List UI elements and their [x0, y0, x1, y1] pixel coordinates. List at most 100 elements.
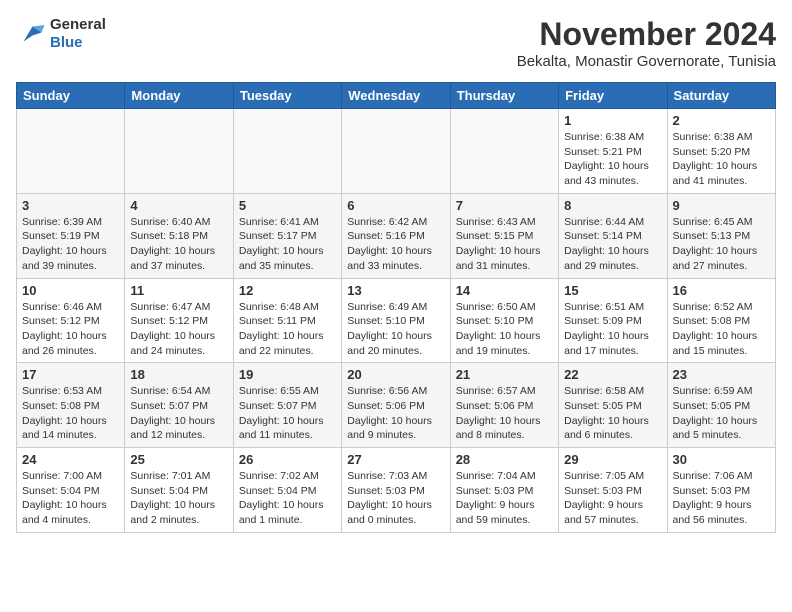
- calendar-cell: 6 Sunrise: 6:42 AM Sunset: 5:16 PM Daylig…: [342, 193, 450, 278]
- calendar-cell: 26 Sunrise: 7:02 AM Sunset: 5:04 PM Dayli…: [233, 448, 341, 533]
- calendar-cell: 25 Sunrise: 7:01 AM Sunset: 5:04 PM Dayli…: [125, 448, 233, 533]
- day-number: 30: [673, 452, 770, 467]
- calendar-cell: 28 Sunrise: 7:04 AM Sunset: 5:03 PM Dayli…: [450, 448, 558, 533]
- calendar-cell: 2Sunrise: 6:38 AM Sunset: 5:20 PM Daylig…: [667, 109, 775, 194]
- weekday-header-tuesday: Tuesday: [233, 83, 341, 109]
- day-info: Sunrise: 6:54 AM Sunset: 5:07 PM Dayligh…: [130, 384, 227, 443]
- calendar-cell: [450, 109, 558, 194]
- day-number: 23: [673, 367, 770, 382]
- calendar-table: SundayMondayTuesdayWednesdayThursdayFrid…: [16, 82, 776, 533]
- day-number: 14: [456, 283, 553, 298]
- calendar-week-row: 10 Sunrise: 6:46 AM Sunset: 5:12 PM Dayli…: [17, 278, 776, 363]
- day-info: Sunrise: 6:44 AM Sunset: 5:14 PM Dayligh…: [564, 215, 661, 274]
- day-number: 15: [564, 283, 661, 298]
- day-info: Sunrise: 6:47 AM Sunset: 5:12 PM Dayligh…: [130, 300, 227, 359]
- day-number: 22: [564, 367, 661, 382]
- day-number: 21: [456, 367, 553, 382]
- day-info: Sunrise: 7:00 AM Sunset: 5:04 PM Dayligh…: [22, 469, 119, 528]
- day-number: 12: [239, 283, 336, 298]
- weekday-header-sunday: Sunday: [17, 83, 125, 109]
- day-info: Sunrise: 6:40 AM Sunset: 5:18 PM Dayligh…: [130, 215, 227, 274]
- calendar-cell: 20 Sunrise: 6:56 AM Sunset: 5:06 PM Dayli…: [342, 363, 450, 448]
- day-number: 3: [22, 198, 119, 213]
- day-number: 25: [130, 452, 227, 467]
- day-number: 9: [673, 198, 770, 213]
- calendar-cell: 21 Sunrise: 6:57 AM Sunset: 5:06 PM Dayli…: [450, 363, 558, 448]
- calendar-cell: 4 Sunrise: 6:40 AM Sunset: 5:18 PM Daylig…: [125, 193, 233, 278]
- weekday-header-row: SundayMondayTuesdayWednesdayThursdayFrid…: [17, 83, 776, 109]
- day-number: 17: [22, 367, 119, 382]
- calendar-cell: 29 Sunrise: 7:05 AM Sunset: 5:03 PM Dayli…: [559, 448, 667, 533]
- calendar-cell: [17, 109, 125, 194]
- day-info: Sunrise: 7:03 AM Sunset: 5:03 PM Dayligh…: [347, 469, 444, 528]
- day-info: Sunrise: 6:42 AM Sunset: 5:16 PM Dayligh…: [347, 215, 444, 274]
- day-number: 11: [130, 283, 227, 298]
- calendar-cell: 8 Sunrise: 6:44 AM Sunset: 5:14 PM Daylig…: [559, 193, 667, 278]
- day-number: 18: [130, 367, 227, 382]
- day-number: 2: [673, 113, 770, 128]
- day-info: Sunrise: 6:48 AM Sunset: 5:11 PM Dayligh…: [239, 300, 336, 359]
- day-info: Sunrise: 7:04 AM Sunset: 5:03 PM Dayligh…: [456, 469, 553, 528]
- day-number: 26: [239, 452, 336, 467]
- day-number: 29: [564, 452, 661, 467]
- day-info: Sunrise: 6:56 AM Sunset: 5:06 PM Dayligh…: [347, 384, 444, 443]
- day-info: Sunrise: 6:59 AM Sunset: 5:05 PM Dayligh…: [673, 384, 770, 443]
- calendar-cell: 16 Sunrise: 6:52 AM Sunset: 5:08 PM Dayli…: [667, 278, 775, 363]
- calendar-cell: [233, 109, 341, 194]
- calendar-cell: 23 Sunrise: 6:59 AM Sunset: 5:05 PM Dayli…: [667, 363, 775, 448]
- day-info: Sunrise: 6:39 AM Sunset: 5:19 PM Dayligh…: [22, 215, 119, 274]
- calendar-week-row: 24Sunrise: 7:00 AM Sunset: 5:04 PM Dayli…: [17, 448, 776, 533]
- day-number: 20: [347, 367, 444, 382]
- day-info: Sunrise: 6:41 AM Sunset: 5:17 PM Dayligh…: [239, 215, 336, 274]
- calendar-cell: 5 Sunrise: 6:41 AM Sunset: 5:17 PM Daylig…: [233, 193, 341, 278]
- day-info: Sunrise: 6:49 AM Sunset: 5:10 PM Dayligh…: [347, 300, 444, 359]
- calendar-cell: 19 Sunrise: 6:55 AM Sunset: 5:07 PM Dayli…: [233, 363, 341, 448]
- day-info: Sunrise: 6:52 AM Sunset: 5:08 PM Dayligh…: [673, 300, 770, 359]
- calendar-week-row: 17 Sunrise: 6:53 AM Sunset: 5:08 PM Dayli…: [17, 363, 776, 448]
- calendar-cell: 30 Sunrise: 7:06 AM Sunset: 5:03 PM Dayli…: [667, 448, 775, 533]
- day-info: Sunrise: 6:57 AM Sunset: 5:06 PM Dayligh…: [456, 384, 553, 443]
- day-info: Sunrise: 6:55 AM Sunset: 5:07 PM Dayligh…: [239, 384, 336, 443]
- day-number: 19: [239, 367, 336, 382]
- day-number: 13: [347, 283, 444, 298]
- day-number: 7: [456, 198, 553, 213]
- day-number: 10: [22, 283, 119, 298]
- weekday-header-saturday: Saturday: [667, 83, 775, 109]
- day-info: Sunrise: 7:05 AM Sunset: 5:03 PM Dayligh…: [564, 469, 661, 528]
- day-number: 8: [564, 198, 661, 213]
- calendar-cell: [342, 109, 450, 194]
- calendar-cell: 22 Sunrise: 6:58 AM Sunset: 5:05 PM Dayli…: [559, 363, 667, 448]
- calendar-cell: [125, 109, 233, 194]
- day-info: Sunrise: 7:02 AM Sunset: 5:04 PM Dayligh…: [239, 469, 336, 528]
- day-info: Sunrise: 6:38 AM Sunset: 5:21 PM Dayligh…: [564, 130, 661, 189]
- day-number: 16: [673, 283, 770, 298]
- day-number: 27: [347, 452, 444, 467]
- calendar-cell: 7Sunrise: 6:43 AM Sunset: 5:15 PM Daylig…: [450, 193, 558, 278]
- calendar-cell: 3 Sunrise: 6:39 AM Sunset: 5:19 PM Daylig…: [17, 193, 125, 278]
- location-subtitle: Bekalta, Monastir Governorate, Tunisia: [517, 53, 776, 70]
- calendar-cell: 12 Sunrise: 6:48 AM Sunset: 5:11 PM Dayli…: [233, 278, 341, 363]
- calendar-week-row: 1Sunrise: 6:38 AM Sunset: 5:21 PM Daylig…: [17, 109, 776, 194]
- calendar-cell: 27 Sunrise: 7:03 AM Sunset: 5:03 PM Dayli…: [342, 448, 450, 533]
- day-info: Sunrise: 6:51 AM Sunset: 5:09 PM Dayligh…: [564, 300, 661, 359]
- day-number: 28: [456, 452, 553, 467]
- day-info: Sunrise: 6:58 AM Sunset: 5:05 PM Dayligh…: [564, 384, 661, 443]
- month-title: November 2024: [517, 16, 776, 53]
- calendar-cell: 10 Sunrise: 6:46 AM Sunset: 5:12 PM Dayli…: [17, 278, 125, 363]
- day-info: Sunrise: 6:50 AM Sunset: 5:10 PM Dayligh…: [456, 300, 553, 359]
- logo: General Blue: [16, 16, 106, 52]
- calendar-cell: 17 Sunrise: 6:53 AM Sunset: 5:08 PM Dayli…: [17, 363, 125, 448]
- day-number: 5: [239, 198, 336, 213]
- calendar-cell: 1Sunrise: 6:38 AM Sunset: 5:21 PM Daylig…: [559, 109, 667, 194]
- page-header: General Blue November 2024 Bekalta, Mona…: [16, 16, 776, 70]
- day-info: Sunrise: 7:06 AM Sunset: 5:03 PM Dayligh…: [673, 469, 770, 528]
- day-info: Sunrise: 6:53 AM Sunset: 5:08 PM Dayligh…: [22, 384, 119, 443]
- day-number: 4: [130, 198, 227, 213]
- weekday-header-monday: Monday: [125, 83, 233, 109]
- day-info: Sunrise: 6:46 AM Sunset: 5:12 PM Dayligh…: [22, 300, 119, 359]
- day-number: 6: [347, 198, 444, 213]
- calendar-cell: 14 Sunrise: 6:50 AM Sunset: 5:10 PM Dayli…: [450, 278, 558, 363]
- calendar-cell: 24Sunrise: 7:00 AM Sunset: 5:04 PM Dayli…: [17, 448, 125, 533]
- logo-icon: [16, 19, 46, 49]
- day-info: Sunrise: 7:01 AM Sunset: 5:04 PM Dayligh…: [130, 469, 227, 528]
